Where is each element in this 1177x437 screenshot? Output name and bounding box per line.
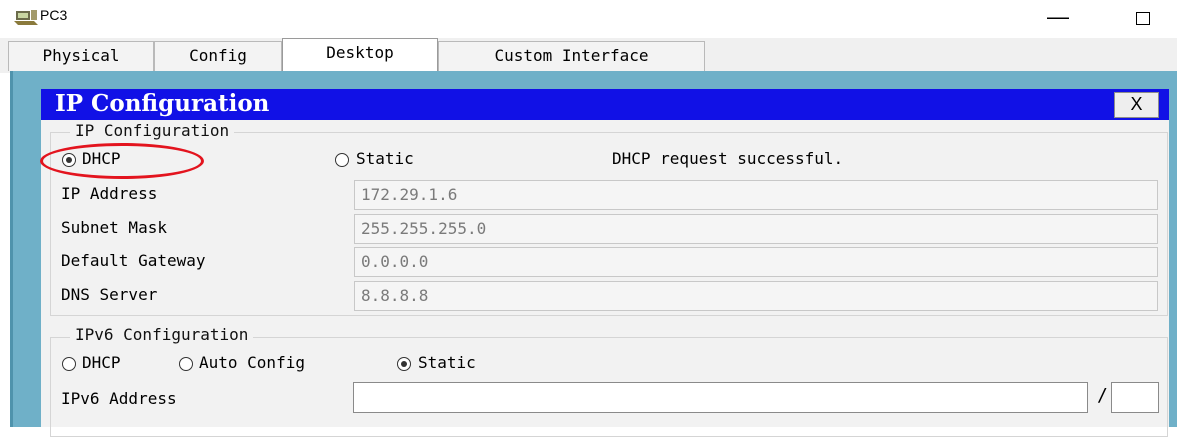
dhcp-status-message: DHCP request successful.: [612, 149, 844, 168]
ipv4-static-radio[interactable]: [335, 153, 349, 167]
ipv6-prefix-length-field[interactable]: [1111, 382, 1159, 413]
prefix-separator: /: [1097, 385, 1108, 406]
tab-custom-interface[interactable]: Custom Interface: [438, 41, 705, 71]
window-title-bar: PC3 —: [0, 0, 1177, 36]
ipv4-group-legend: IP Configuration: [70, 121, 235, 140]
ip-configuration-title-bar: IP Configuration X: [41, 89, 1169, 120]
maximize-button[interactable]: [1122, 4, 1162, 34]
ipv6-group-legend: IPv6 Configuration: [70, 325, 254, 344]
ipv6-dhcp-label[interactable]: DHCP: [82, 353, 121, 372]
ipv6-auto-config-radio[interactable]: [179, 357, 193, 371]
default-gateway-label: Default Gateway: [61, 251, 206, 270]
dns-server-field[interactable]: 8.8.8.8: [354, 281, 1158, 311]
tab-desktop[interactable]: Desktop: [282, 38, 438, 73]
subnet-mask-label: Subnet Mask: [61, 218, 167, 237]
tab-config[interactable]: Config: [154, 41, 282, 71]
close-button[interactable]: X: [1114, 92, 1159, 118]
ipv6-dhcp-radio[interactable]: [62, 357, 76, 371]
ip-configuration-title: IP Configuration: [55, 90, 270, 117]
subnet-mask-field[interactable]: 255.255.255.0: [354, 214, 1158, 244]
tab-physical[interactable]: Physical: [8, 41, 154, 71]
dns-server-label: DNS Server: [61, 285, 158, 304]
ipv6-static-radio[interactable]: [397, 357, 411, 371]
tab-strip: Physical Config Desktop Custom Interface: [0, 38, 1177, 73]
ip-address-label: IP Address: [61, 184, 158, 203]
pc-icon: [14, 10, 38, 25]
ipv6-static-label[interactable]: Static: [418, 353, 476, 372]
ip-address-field[interactable]: 172.29.1.6: [354, 180, 1158, 210]
default-gateway-field[interactable]: 0.0.0.0: [354, 247, 1158, 277]
highlight-oval: [40, 143, 204, 179]
window-title: PC3: [40, 7, 68, 23]
minimize-button[interactable]: —: [1038, 2, 1078, 32]
ipv6-auto-config-label[interactable]: Auto Config: [199, 353, 305, 372]
ipv6-address-field[interactable]: [353, 382, 1088, 413]
ipv4-static-label[interactable]: Static: [356, 149, 414, 168]
ipv6-address-label: IPv6 Address: [61, 389, 177, 408]
